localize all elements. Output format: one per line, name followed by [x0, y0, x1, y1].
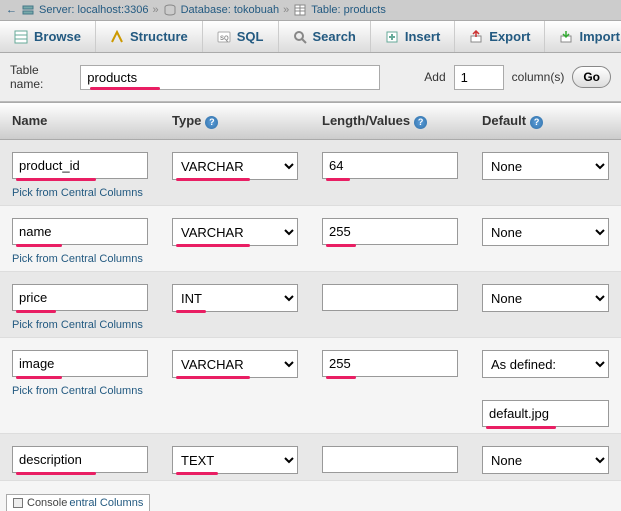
column-default-select[interactable]: None	[482, 152, 609, 180]
pick-central-link[interactable]: Pick from Central Columns	[12, 385, 148, 397]
tab-structure[interactable]: Structure	[96, 21, 203, 52]
tab-label: Insert	[405, 29, 440, 44]
tab-label: Import	[579, 29, 619, 44]
pick-central-link[interactable]: Pick from Central Columns	[12, 187, 148, 199]
insert-icon	[385, 30, 399, 44]
column-length-input[interactable]	[322, 350, 458, 377]
tablename-label: Table name:	[10, 63, 72, 91]
sep: »	[283, 4, 289, 16]
help-icon[interactable]: ?	[530, 116, 543, 129]
column-length-input[interactable]	[322, 284, 458, 311]
column-row: Pick from Central Columns VARCHAR None	[0, 206, 621, 272]
tab-label: SQL	[237, 29, 264, 44]
server-icon	[21, 3, 35, 17]
tab-import[interactable]: Import	[545, 21, 621, 52]
column-name-input[interactable]	[12, 284, 148, 311]
column-default-select[interactable]: None	[482, 218, 609, 246]
pick-central-link[interactable]: Pick from Central Columns	[12, 319, 148, 331]
column-default-select[interactable]: As defined:	[482, 350, 609, 378]
sql-icon: SQ	[217, 30, 231, 44]
column-default-select[interactable]: None	[482, 284, 609, 312]
tab-label: Search	[313, 29, 356, 44]
import-icon	[559, 30, 573, 44]
export-icon	[469, 30, 483, 44]
breadcrumb: ← Server: localhost:3306 » Database: tok…	[0, 0, 621, 21]
add-label: Add	[424, 70, 445, 84]
help-icon[interactable]: ?	[414, 116, 427, 129]
column-type-select[interactable]: VARCHAR	[172, 350, 298, 378]
column-row: Pick from Central Columns VARCHAR As def…	[0, 338, 621, 434]
server-link[interactable]: Server: localhost:3306	[39, 4, 148, 16]
column-type-select[interactable]: TEXT	[172, 446, 298, 474]
tablename-input[interactable]	[80, 65, 380, 90]
column-type-select[interactable]: VARCHAR	[172, 218, 298, 246]
tab-browse[interactable]: Browse	[0, 21, 96, 52]
structure-icon	[110, 30, 124, 44]
column-name-input[interactable]	[12, 218, 148, 245]
column-row: Pick from Central Columns VARCHAR None	[0, 140, 621, 206]
add-columns-input[interactable]	[454, 65, 504, 90]
column-row: TEXT None	[0, 434, 621, 481]
column-length-input[interactable]	[322, 446, 458, 473]
column-name-input[interactable]	[12, 152, 148, 179]
database-icon	[163, 3, 177, 17]
tablename-row: Table name: Add column(s) Go	[0, 53, 621, 102]
console-trail: entral Columns	[69, 497, 143, 509]
table-link[interactable]: Table: products	[311, 4, 386, 16]
header-length: Length/Values?	[310, 103, 470, 139]
tab-label: Export	[489, 29, 530, 44]
console-toggle[interactable]: Console entral Columns	[6, 494, 150, 511]
go-button[interactable]: Go	[572, 66, 611, 88]
column-name-input[interactable]	[12, 446, 148, 473]
search-icon	[293, 30, 307, 44]
column-length-input[interactable]	[322, 218, 458, 245]
column-default-value-input[interactable]	[482, 400, 609, 427]
tab-search[interactable]: Search	[279, 21, 371, 52]
column-default-select[interactable]: None	[482, 446, 609, 474]
table-icon	[293, 3, 307, 17]
column-length-input[interactable]	[322, 152, 458, 179]
svg-text:SQ: SQ	[220, 36, 229, 42]
tab-label: Structure	[130, 29, 188, 44]
column-type-select[interactable]: INT	[172, 284, 298, 312]
header-name: Name	[0, 103, 160, 139]
back-arrow[interactable]: ←	[6, 4, 17, 16]
tab-sql[interactable]: SQ SQL	[203, 21, 279, 52]
tab-insert[interactable]: Insert	[371, 21, 455, 52]
console-label: Console	[27, 497, 67, 509]
columns-header: Name Type? Length/Values? Default?	[0, 102, 621, 140]
sep: »	[152, 4, 158, 16]
column-name-input[interactable]	[12, 350, 148, 377]
column-type-select[interactable]: VARCHAR	[172, 152, 298, 180]
header-default: Default?	[470, 103, 621, 139]
database-link[interactable]: Database: tokobuah	[181, 4, 279, 16]
tab-export[interactable]: Export	[455, 21, 545, 52]
console-checkbox-icon	[13, 498, 23, 508]
pick-central-link[interactable]: Pick from Central Columns	[12, 253, 148, 265]
columns-label: column(s)	[512, 70, 565, 84]
tabs: Browse Structure SQ SQL Search Insert Ex…	[0, 21, 621, 53]
header-type: Type?	[160, 103, 310, 139]
help-icon[interactable]: ?	[205, 116, 218, 129]
tab-label: Browse	[34, 29, 81, 44]
browse-icon	[14, 30, 28, 44]
column-row: Pick from Central Columns INT None	[0, 272, 621, 338]
column-rows: Pick from Central Columns VARCHAR None P…	[0, 140, 621, 481]
